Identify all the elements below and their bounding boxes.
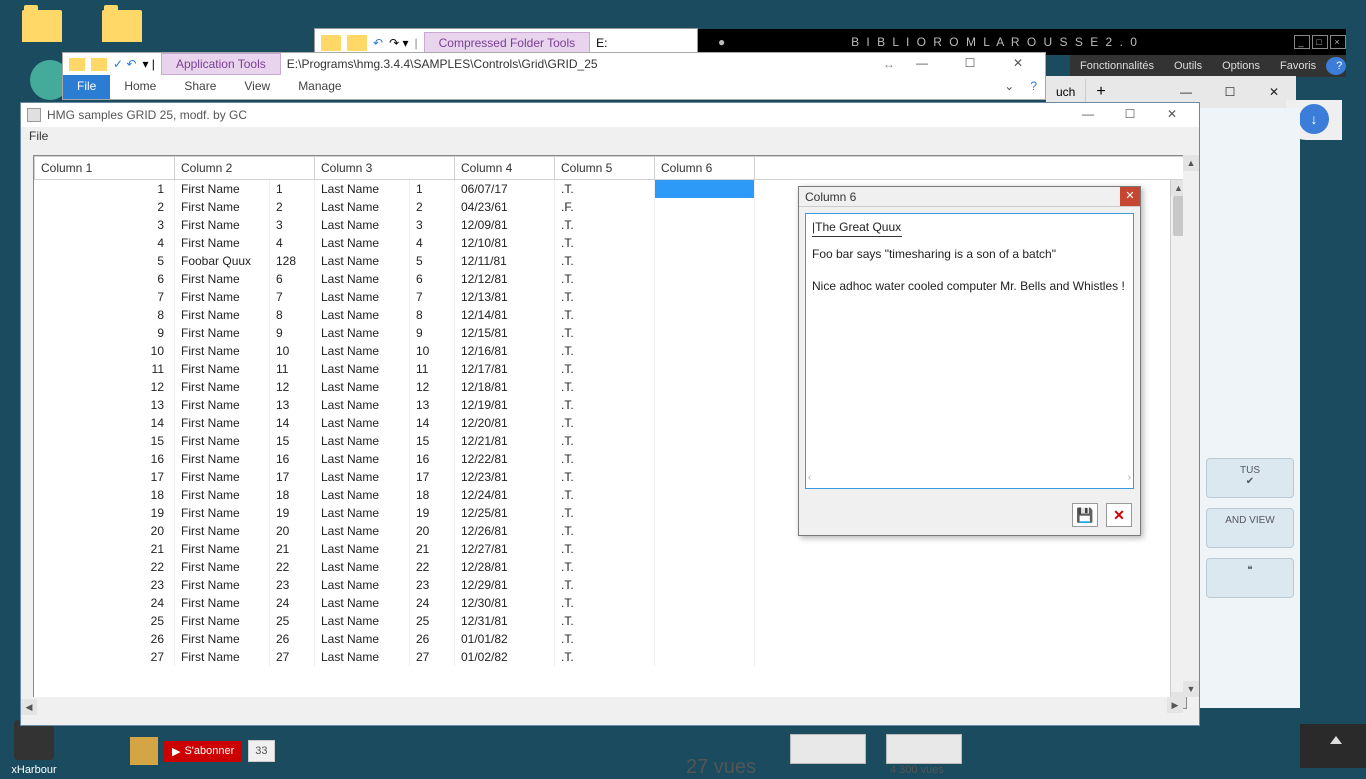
video-thumb[interactable] [886,734,962,764]
close-button[interactable]: × [1330,35,1346,49]
folder-icon [91,58,107,71]
table-row[interactable]: 23First Name23Last Name2312/29/81.T. [35,576,1186,594]
video-thumb[interactable] [790,734,866,764]
desktop-folder[interactable] [12,10,72,46]
quote-block[interactable]: ❝ [1206,558,1294,598]
close-button[interactable]: ✕ [997,53,1039,75]
memo-title: Column 6 [805,190,1120,204]
help-icon[interactable]: ? [1326,57,1346,75]
larousse-title: B I B L I O R O M L A R O U S S E 2 . 0 [698,35,1292,49]
desktop-folder[interactable] [92,10,152,46]
explorer-window: ✓ ↶ ▾ | Application Tools E:\Programs\hm… [62,52,1046,100]
memo-line: Foo bar says "timesharing is a son of a … [812,247,1127,261]
view-tab[interactable]: View [230,75,284,99]
table-row[interactable]: 25First Name25Last Name2512/31/81.T. [35,612,1186,630]
scroll-right-icon[interactable]: ▶ [1167,697,1183,713]
channel-avatar[interactable] [130,737,158,765]
window-title: HMG samples GRID 25, modf. by GC [47,108,1067,122]
folder-icon [69,58,85,71]
close-button[interactable]: ✕ [1120,187,1140,206]
folder-icon [321,35,341,51]
scroll-up-icon[interactable]: ▲ [1183,155,1199,171]
youtube-subscribe-bar: ▶ S'abonner 33 [130,738,275,764]
new-tab-button[interactable]: + [1086,83,1115,101]
status-block[interactable]: TUS✔ [1206,458,1294,498]
column-header-6[interactable]: Column 6 [655,157,755,180]
window-vscrollbar[interactable]: ▲ ▼ [1183,155,1199,697]
app-icon [27,108,41,122]
table-row[interactable]: 26First Name26Last Name2601/01/82.T. [35,630,1186,648]
folder-icon [347,35,367,51]
subscriber-count: 33 [248,740,274,762]
close-button[interactable]: ✕ [1151,104,1193,126]
manage-tab[interactable]: Manage [284,75,355,99]
column-header-3[interactable]: Column 3 [315,157,455,180]
undo-icon[interactable]: ↶ [373,36,383,50]
view-block[interactable]: AND VIEW [1206,508,1294,548]
file-tab[interactable]: File [63,75,110,99]
column-header-2[interactable]: Column 2 [175,157,315,180]
memo-textarea[interactable]: |The Great Quux Foo bar says "timesharin… [805,213,1134,489]
table-row[interactable]: 22First Name22Last Name2212/28/81.T. [35,558,1186,576]
memo-editor-popup: Column 6 ✕ |The Great Quux Foo bar says … [798,186,1141,536]
maximize-button[interactable]: □ [1312,35,1328,49]
bibliorom-icon: ● [718,35,727,49]
taskbar-expand[interactable] [1300,724,1366,768]
menu-outils[interactable]: Outils [1164,60,1212,72]
chevron-down-icon[interactable]: ⌄ [996,75,1022,99]
maximize-button[interactable]: ☐ [1109,104,1151,126]
application-tools-tab[interactable]: Application Tools [161,53,281,75]
compressed-folder-tools-tab[interactable]: Compressed Folder Tools [424,32,591,54]
chevron-up-icon [1330,736,1342,744]
menu-favoris[interactable]: Favoris [1270,60,1326,72]
undo-icon[interactable]: ✓ ↶ [113,57,136,71]
table-row[interactable]: 27First Name27Last Name2701/02/82.T. [35,648,1186,666]
window-hscrollbar[interactable]: ◀ ▶ [21,697,1183,713]
table-row[interactable]: 24First Name24Last Name2412/30/81.T. [35,594,1186,612]
subscribe-button[interactable]: ▶ S'abonner [164,741,242,762]
menu-fonctionnalites[interactable]: Fonctionnalités [1070,60,1164,72]
column-header-1[interactable]: Column 1 [35,157,175,180]
memo-line: |The Great Quux [812,220,1127,234]
scroll-left-icon[interactable]: ‹ [808,472,811,486]
minimize-button[interactable]: — [901,53,943,75]
memo-separator [812,236,902,237]
maximize-button[interactable]: ☐ [949,53,991,75]
help-icon[interactable]: ? [1022,75,1045,99]
column-header-4[interactable]: Column 4 [455,157,555,180]
cancel-button[interactable]: ✕ [1106,503,1132,527]
explorer-top-ribbon: ↶ ↷ ▾ | Compressed Folder Tools E: [314,28,698,52]
video-views: 4 300 vues [890,764,962,776]
column-spacer [755,157,1186,180]
larousse-menu: Fonctionnalités Outils Options Favoris ? [1070,55,1346,77]
redo-icon[interactable]: ↷ ▾ [389,36,408,50]
maximize-button[interactable]: ☐ [1208,77,1252,107]
scroll-down-icon[interactable]: ▼ [1183,681,1199,697]
memo-line: Nice adhoc water cooled computer Mr. Bel… [812,279,1127,293]
save-button[interactable]: 💾 [1072,503,1098,527]
video-thumbnails: 4 300 vues [790,734,962,776]
column-header-5[interactable]: Column 5 [555,157,655,180]
resize-icon[interactable]: ↔ [883,57,895,71]
hmg-titlebar[interactable]: HMG samples GRID 25, modf. by GC — ☐ ✕ [21,103,1199,127]
path-partial: E: [596,36,607,50]
right-panel: TUS✔ AND VIEW ❝ [1200,108,1300,708]
scroll-left-icon[interactable]: ◀ [21,699,37,715]
dropdown-icon[interactable]: ▾ | [142,57,154,71]
home-tab[interactable]: Home [110,75,170,99]
table-row[interactable]: 21First Name21Last Name2112/27/81.T. [35,540,1186,558]
address-bar[interactable]: E:\Programs\hmg.3.4.4\SAMPLES\Controls\G… [287,57,877,71]
minimize-button[interactable]: — [1067,104,1109,126]
menu-options[interactable]: Options [1212,60,1270,72]
menu-file[interactable]: File [21,127,1199,147]
share-tab[interactable]: Share [170,75,230,99]
scroll-right-icon[interactable]: › [1128,472,1131,486]
minimize-button[interactable]: _ [1294,35,1310,49]
